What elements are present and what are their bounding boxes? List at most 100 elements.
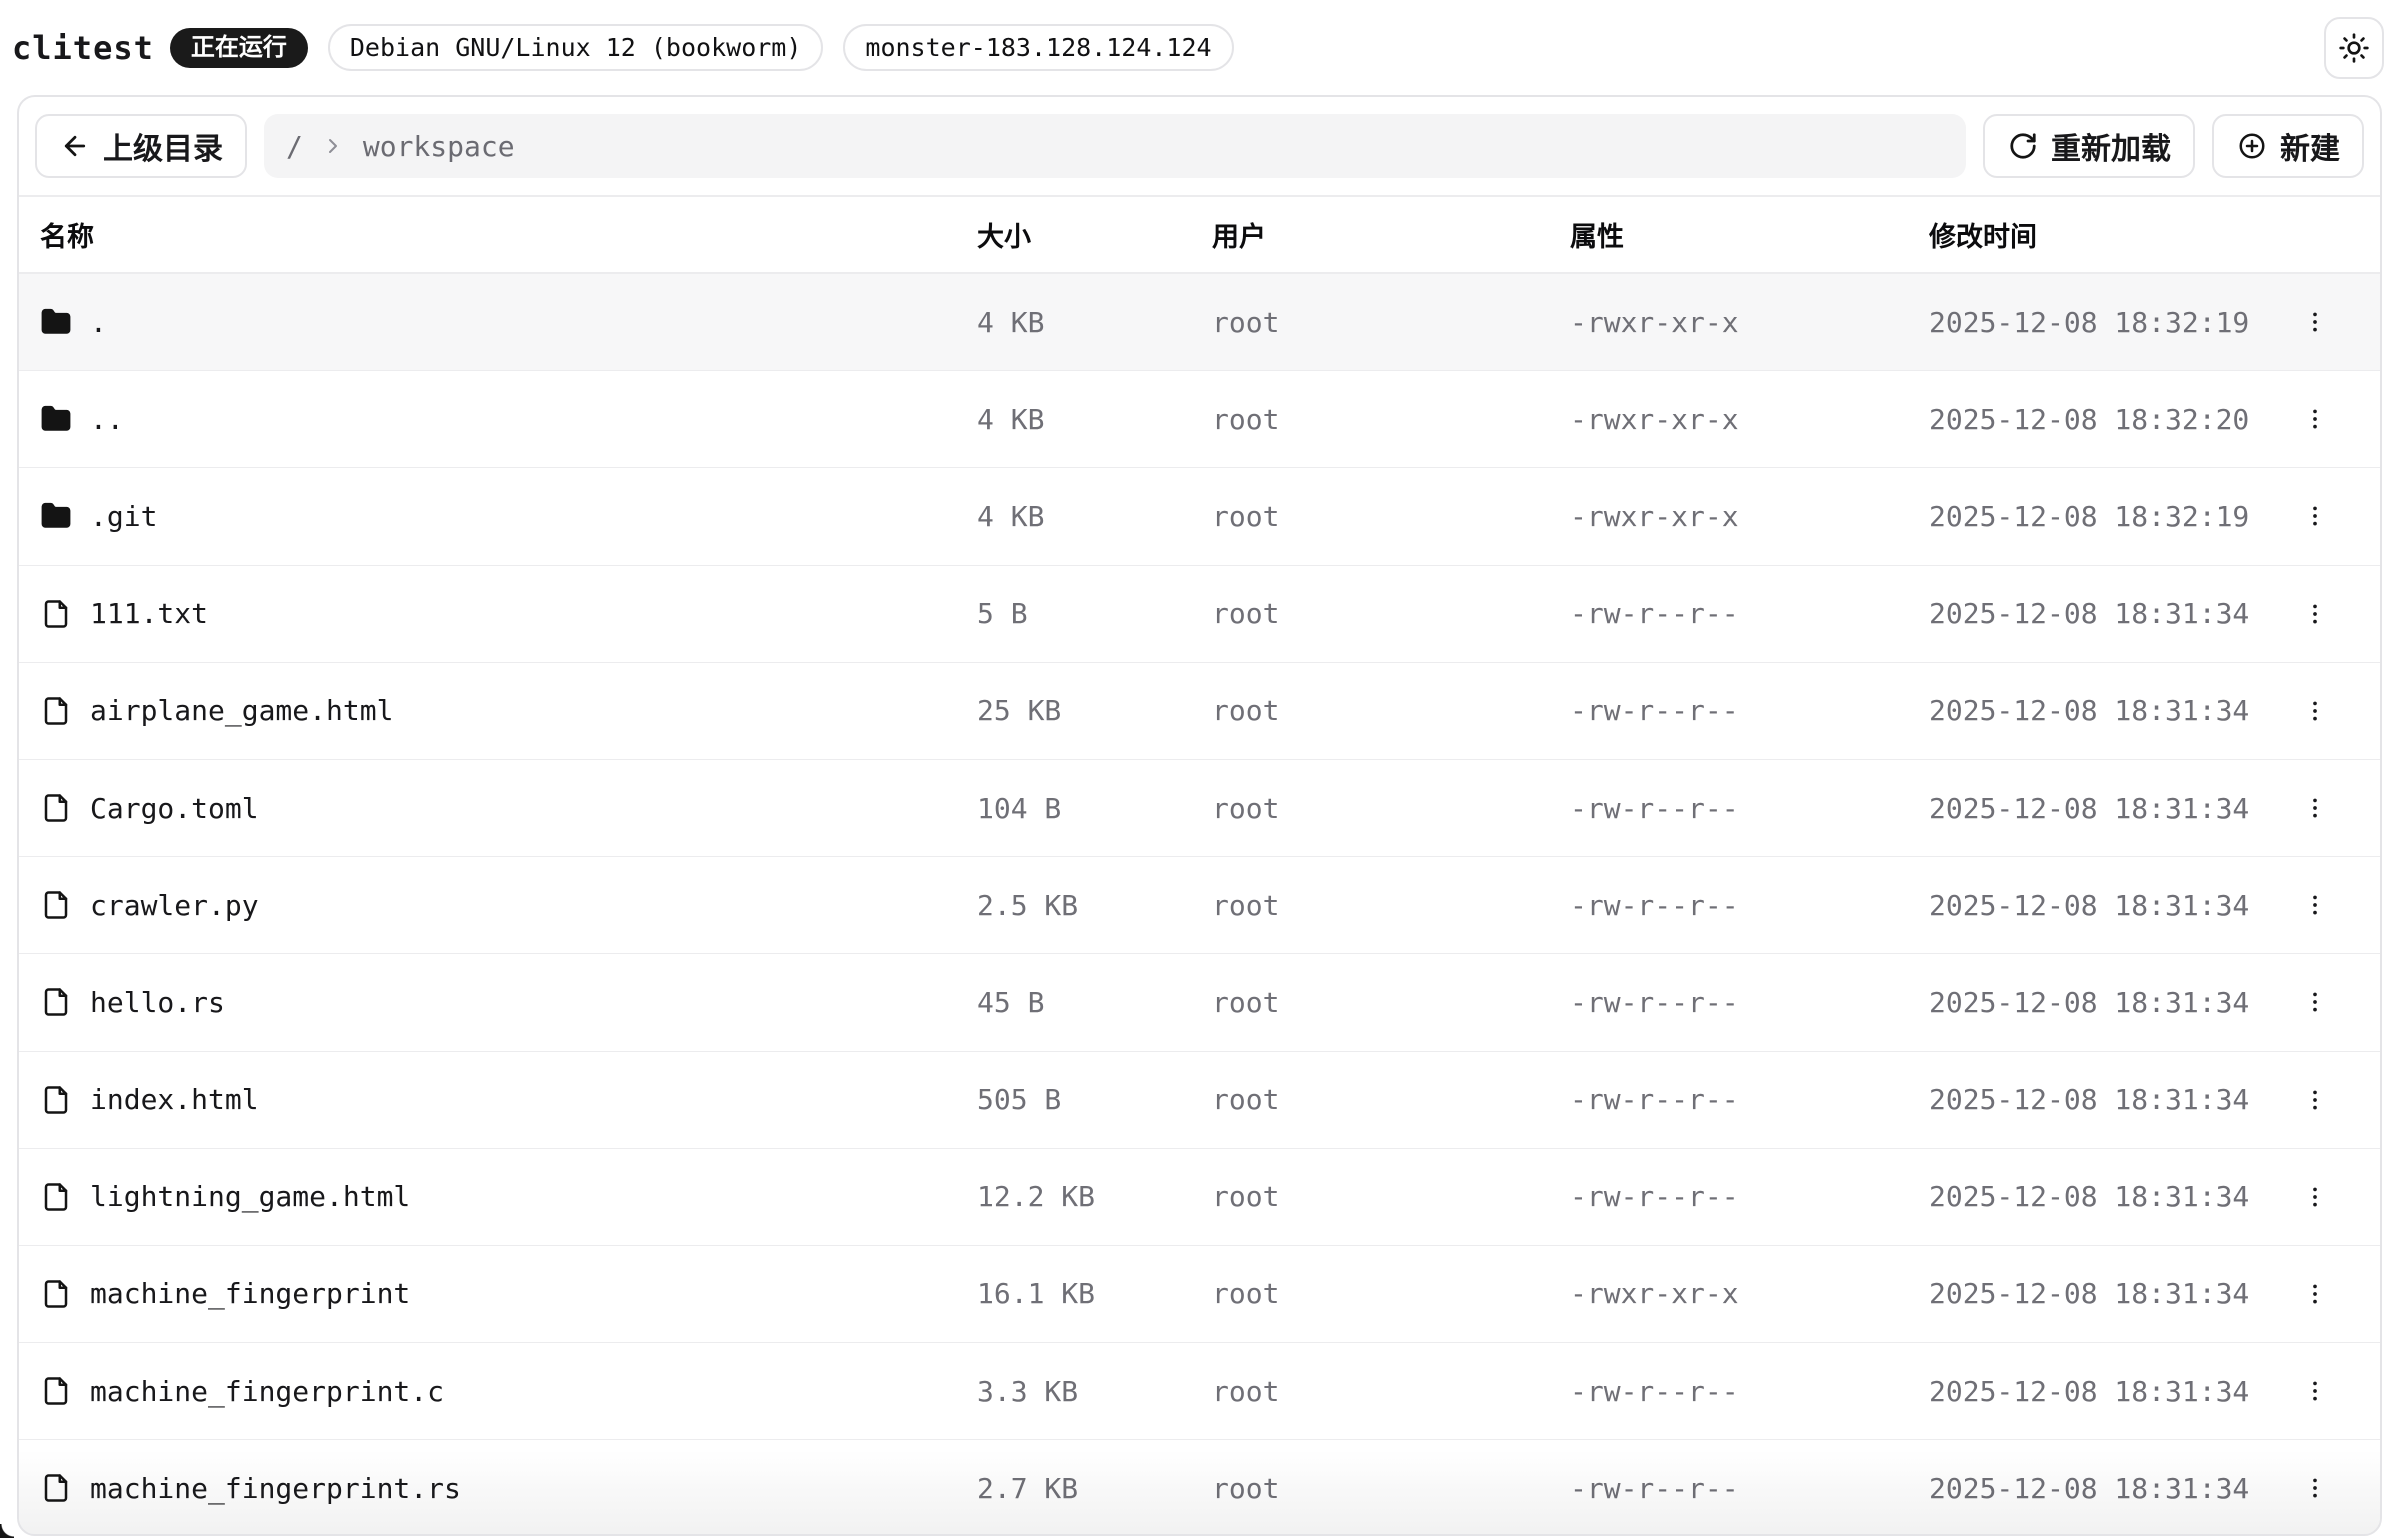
kebab-icon <box>2302 795 2328 821</box>
file-toolbar: 上级目录 / workspace 重新加载 <box>19 97 2380 197</box>
file-perms: -rwxr-xr-x <box>1570 306 1929 339</box>
os-pill: Debian GNU/Linux 12 (bookworm) <box>328 24 824 71</box>
column-header-size: 大小 <box>977 215 1212 254</box>
row-menu-button[interactable] <box>2291 298 2339 346</box>
file-size: 12.2 KB <box>977 1180 1212 1213</box>
row-menu-button[interactable] <box>2291 1270 2339 1318</box>
file-name: hello.rs <box>90 986 225 1019</box>
file-icon <box>40 889 72 921</box>
file-mtime: 2025-12-08 18:31:34 <box>1929 889 2271 922</box>
file-name: .git <box>90 500 157 533</box>
breadcrumb: / workspace <box>264 114 1966 178</box>
file-user: root <box>1212 403 1570 436</box>
file-user: root <box>1212 1375 1570 1408</box>
table-row[interactable]: hello.rs 45 B root -rw-r--r-- 2025-12-08… <box>19 954 2380 1051</box>
app-title: clitest <box>12 29 154 67</box>
file-mtime: 2025-12-08 18:31:34 <box>1929 597 2271 630</box>
file-table-body: . 4 KB root -rwxr-xr-x 2025-12-08 18:32:… <box>19 274 2380 1536</box>
row-menu-button[interactable] <box>2291 687 2339 735</box>
table-row[interactable]: .git 4 KB root -rwxr-xr-x 2025-12-08 18:… <box>19 468 2380 565</box>
file-size: 4 KB <box>977 306 1212 339</box>
file-mtime: 2025-12-08 18:31:34 <box>1929 986 2271 1019</box>
reload-label: 重新加载 <box>2051 124 2171 168</box>
table-row[interactable]: machine_fingerprint.c 3.3 KB root -rw-r-… <box>19 1343 2380 1440</box>
table-row[interactable]: lightning_game.html 12.2 KB root -rw-r--… <box>19 1149 2380 1246</box>
table-row[interactable]: 111.txt 5 B root -rw-r--r-- 2025-12-08 1… <box>19 566 2380 663</box>
parent-directory-label: 上级目录 <box>103 124 223 168</box>
theme-toggle-button[interactable] <box>2324 17 2384 79</box>
file-mtime: 2025-12-08 18:31:34 <box>1929 792 2271 825</box>
kebab-icon <box>2302 1281 2328 1307</box>
row-menu-button[interactable] <box>2291 590 2339 638</box>
file-perms: -rw-r--r-- <box>1570 1472 1929 1505</box>
file-perms: -rw-r--r-- <box>1570 1083 1929 1116</box>
file-size: 4 KB <box>977 403 1212 436</box>
table-row[interactable]: . 4 KB root -rwxr-xr-x 2025-12-08 18:32:… <box>19 274 2380 371</box>
file-size: 2.5 KB <box>977 889 1212 922</box>
file-user: root <box>1212 1472 1570 1505</box>
file-mtime: 2025-12-08 18:31:34 <box>1929 1472 2271 1505</box>
row-menu-button[interactable] <box>2291 978 2339 1026</box>
table-row[interactable]: index.html 505 B root -rw-r--r-- 2025-12… <box>19 1052 2380 1149</box>
new-label: 新建 <box>2280 124 2340 168</box>
folder-icon <box>40 403 72 435</box>
file-icon <box>40 1278 72 1310</box>
table-row[interactable]: machine_fingerprint.rs 2.7 KB root -rw-r… <box>19 1440 2380 1536</box>
file-name: lightning_game.html <box>90 1180 410 1213</box>
rotate-cw-icon <box>2007 131 2039 161</box>
kebab-icon <box>2302 989 2328 1015</box>
row-menu-button[interactable] <box>2291 1464 2339 1512</box>
row-menu-button[interactable] <box>2291 395 2339 443</box>
file-perms: -rwxr-xr-x <box>1570 1277 1929 1310</box>
file-user: root <box>1212 1277 1570 1310</box>
kebab-icon <box>2302 601 2328 627</box>
file-icon <box>40 986 72 1018</box>
breadcrumb-segment[interactable]: workspace <box>363 130 515 163</box>
file-name: machine_fingerprint <box>90 1277 410 1310</box>
file-size: 3.3 KB <box>977 1375 1212 1408</box>
file-icon <box>40 1375 72 1407</box>
file-size: 45 B <box>977 986 1212 1019</box>
file-name: . <box>90 306 107 339</box>
folder-icon <box>40 306 72 338</box>
row-menu-button[interactable] <box>2291 881 2339 929</box>
file-user: root <box>1212 500 1570 533</box>
kebab-icon <box>2302 309 2328 335</box>
breadcrumb-root[interactable]: / <box>286 130 303 163</box>
file-name: .. <box>90 403 124 436</box>
table-row[interactable]: crawler.py 2.5 KB root -rw-r--r-- 2025-1… <box>19 857 2380 954</box>
file-perms: -rw-r--r-- <box>1570 1180 1929 1213</box>
new-button[interactable]: 新建 <box>2212 114 2364 178</box>
file-name: Cargo.toml <box>90 792 259 825</box>
column-header-perms: 属性 <box>1570 215 1929 254</box>
kebab-icon <box>2302 406 2328 432</box>
file-user: root <box>1212 889 1570 922</box>
file-manager-panel: 上级目录 / workspace 重新加载 <box>17 95 2382 1536</box>
row-menu-button[interactable] <box>2291 492 2339 540</box>
table-row[interactable]: airplane_game.html 25 KB root -rw-r--r--… <box>19 663 2380 760</box>
top-bar: clitest 正在运行 Debian GNU/Linux 12 (bookwo… <box>0 0 2398 95</box>
reload-button[interactable]: 重新加载 <box>1983 114 2195 178</box>
file-perms: -rw-r--r-- <box>1570 889 1929 922</box>
column-header-user: 用户 <box>1212 215 1570 254</box>
table-header-row: 名称 大小 用户 属性 修改时间 <box>19 197 2380 274</box>
file-mtime: 2025-12-08 18:31:34 <box>1929 1375 2271 1408</box>
row-menu-button[interactable] <box>2291 1367 2339 1415</box>
parent-directory-button[interactable]: 上级目录 <box>35 114 247 178</box>
file-name: crawler.py <box>90 889 259 922</box>
table-row[interactable]: .. 4 KB root -rwxr-xr-x 2025-12-08 18:32… <box>19 371 2380 468</box>
file-mtime: 2025-12-08 18:32:19 <box>1929 306 2271 339</box>
column-header-name: 名称 <box>40 215 977 254</box>
row-menu-button[interactable] <box>2291 784 2339 832</box>
file-user: root <box>1212 694 1570 727</box>
row-menu-button[interactable] <box>2291 1173 2339 1221</box>
file-user: root <box>1212 1180 1570 1213</box>
arrow-left-icon <box>59 131 91 161</box>
file-perms: -rw-r--r-- <box>1570 986 1929 1019</box>
file-icon <box>40 792 72 824</box>
row-menu-button[interactable] <box>2291 1076 2339 1124</box>
table-row[interactable]: Cargo.toml 104 B root -rw-r--r-- 2025-12… <box>19 760 2380 857</box>
table-row[interactable]: machine_fingerprint 16.1 KB root -rwxr-x… <box>19 1246 2380 1343</box>
column-header-mtime: 修改时间 <box>1929 215 2271 254</box>
file-user: root <box>1212 986 1570 1019</box>
